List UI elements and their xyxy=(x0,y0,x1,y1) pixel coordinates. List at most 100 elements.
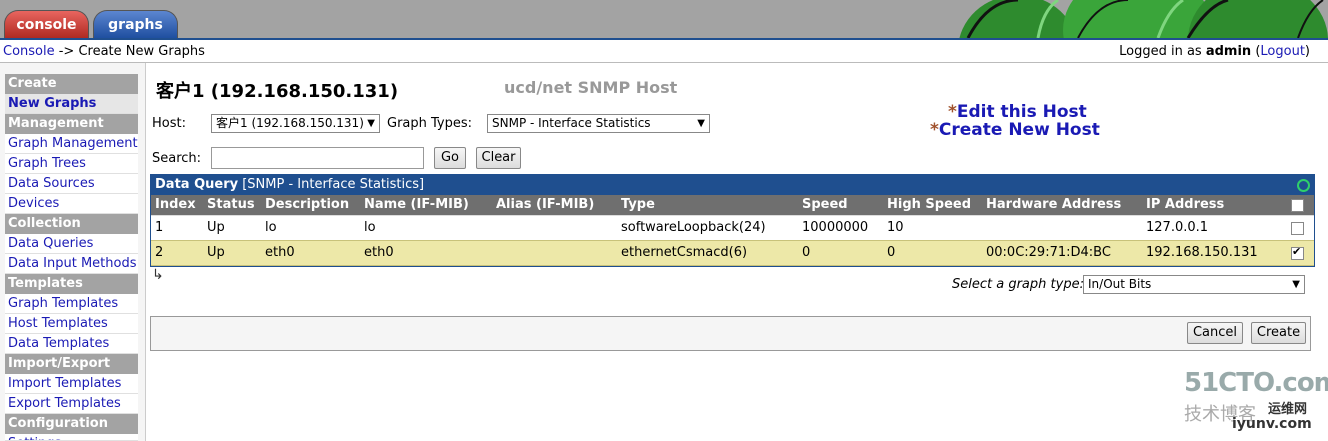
sidebar-item-import-templates[interactable]: Import Templates xyxy=(5,374,138,394)
table-header-row: Index Status Description Name (IF-MIB) A… xyxy=(151,195,1314,215)
search-input[interactable] xyxy=(211,147,424,169)
page-title: 客户1 (192.168.150.131) xyxy=(156,81,399,102)
clear-button[interactable]: Clear xyxy=(476,147,521,169)
sidebar-heading-management: Management xyxy=(5,114,138,134)
breadcrumb-console-link[interactable]: Console xyxy=(3,44,55,59)
cell-type: ethernetCsmacd(6) xyxy=(621,245,748,260)
search-label: Search: xyxy=(152,151,202,166)
column-description: Description xyxy=(265,197,350,212)
login-user: admin xyxy=(1205,44,1252,59)
cancel-button[interactable]: Cancel xyxy=(1187,322,1243,344)
graph-types-select[interactable]: SNMP - Interface Statistics ▼ xyxy=(487,114,710,133)
column-type: Type xyxy=(621,197,655,212)
chevron-down-icon: ▼ xyxy=(697,118,705,129)
host-select[interactable]: 客户1 (192.168.150.131) ▼ xyxy=(211,114,380,133)
cell-ip-address: 192.168.150.131 xyxy=(1146,245,1258,260)
login-close-paren: ) xyxy=(1304,44,1310,59)
host-template-name: ucd/net SNMP Host xyxy=(504,78,678,97)
main-content: 客户1 (192.168.150.131) ucd/net SNMP Host … xyxy=(146,63,1316,441)
column-index: Index xyxy=(155,197,196,212)
nav-bar: Console -> Create New Graphs Logged in a… xyxy=(0,38,1328,62)
sidebar-heading-create: Create xyxy=(5,74,138,94)
cell-speed: 0 xyxy=(802,245,811,260)
cell-high-speed: 0 xyxy=(887,245,896,260)
cell-high-speed: 10 xyxy=(887,220,904,235)
sidebar: Create New Graphs Management Graph Manag… xyxy=(0,63,146,441)
cactus-logo xyxy=(928,0,1328,38)
column-alias: Alias (IF-MIB) xyxy=(496,197,595,212)
breadcrumb-current: -> Create New Graphs xyxy=(54,44,205,59)
breadcrumb: Console -> Create New Graphs xyxy=(3,44,205,59)
column-ip-address: IP Address xyxy=(1146,197,1225,212)
chevron-down-icon: ▼ xyxy=(1292,279,1300,290)
sidebar-item-data-queries[interactable]: Data Queries xyxy=(5,234,138,254)
edit-host-link[interactable]: Edit this Host xyxy=(957,102,1087,122)
data-query-title: Data Query xyxy=(155,177,239,192)
sidebar-item-settings[interactable]: Settings xyxy=(5,434,138,441)
sidebar-item-data-input-methods[interactable]: Data Input Methods xyxy=(5,254,138,274)
graph-types-select-value: SNMP - Interface Statistics xyxy=(492,116,651,130)
row-checkbox[interactable] xyxy=(1291,222,1304,235)
cell-name: eth0 xyxy=(364,245,394,260)
sidebar-item-graph-trees[interactable]: Graph Trees xyxy=(5,154,138,174)
cell-type: softwareLoopback(24) xyxy=(621,220,766,235)
sidebar-item-data-sources[interactable]: Data Sources xyxy=(5,174,138,194)
graph-type-select[interactable]: In/Out Bits ▼ xyxy=(1083,275,1305,294)
sidebar-item-export-templates[interactable]: Export Templates xyxy=(5,394,138,414)
host-select-value: 客户1 (192.168.150.131) xyxy=(216,116,364,130)
cell-speed: 10000000 xyxy=(802,220,869,235)
cell-index: 2 xyxy=(155,245,164,260)
graph-types-label: Graph Types: xyxy=(387,116,473,131)
data-query-name: [SNMP - Interface Statistics] xyxy=(238,177,425,192)
host-actions: *Edit this Host *Create New Host xyxy=(930,103,1100,139)
column-name: Name (IF-MIB) xyxy=(364,197,469,212)
cell-description: lo xyxy=(265,220,277,235)
sidebar-item-data-templates[interactable]: Data Templates xyxy=(5,334,138,354)
login-status: Logged in as admin (Logout) xyxy=(1119,44,1310,59)
row-checkbox[interactable] xyxy=(1291,245,1304,260)
column-status: Status xyxy=(207,197,255,212)
logout-link[interactable]: Logout xyxy=(1260,44,1305,59)
circle-icon[interactable] xyxy=(1297,179,1310,192)
sidebar-item-new-graphs[interactable]: New Graphs xyxy=(5,94,138,114)
column-high-speed: High Speed xyxy=(887,197,972,212)
graph-type-select-value: In/Out Bits xyxy=(1088,277,1152,291)
cell-hardware-address: 00:0C:29:71:D4:BC xyxy=(986,245,1111,260)
watermark: 51CTO.com 技术博客 运维网 iyunv.com xyxy=(1184,368,1328,438)
select-all-checkbox[interactable] xyxy=(1291,199,1304,212)
watermark-tag: 运维网 xyxy=(1268,402,1308,417)
cell-status: Up xyxy=(207,245,225,260)
action-bar: Cancel Create xyxy=(150,316,1311,351)
column-speed: Speed xyxy=(802,197,848,212)
return-arrow-icon: ↳ xyxy=(152,267,164,283)
table-row[interactable]: 2 Up eth0 eth0 ethernetCsmacd(6) 0 0 00:… xyxy=(151,240,1314,266)
column-hardware-address: Hardware Address xyxy=(986,197,1122,212)
sidebar-heading-collection-methods: Collection Methods xyxy=(5,214,138,251)
login-prefix: Logged in as xyxy=(1119,44,1206,59)
chevron-down-icon: ▼ xyxy=(367,118,375,129)
graph-type-label: Select a graph type: xyxy=(952,277,1084,292)
table-row[interactable]: 1 Up lo lo softwareLoopback(24) 10000000… xyxy=(151,215,1314,240)
cell-status: Up xyxy=(207,220,225,235)
create-host-link[interactable]: Create New Host xyxy=(939,120,1100,140)
tab-graphs[interactable]: graphs xyxy=(93,10,178,38)
sidebar-item-devices[interactable]: Devices xyxy=(5,194,138,214)
sidebar-heading-configuration: Configuration xyxy=(5,414,138,434)
cell-index: 1 xyxy=(155,220,164,235)
sidebar-item-graph-management[interactable]: Graph Management xyxy=(5,134,138,154)
edit-host-star: * xyxy=(948,102,957,122)
cell-name: lo xyxy=(364,220,376,235)
tab-console[interactable]: console xyxy=(4,10,89,38)
go-button[interactable]: Go xyxy=(434,147,466,169)
cell-ip-address: 127.0.0.1 xyxy=(1146,220,1209,235)
host-label: Host: xyxy=(152,116,186,131)
sidebar-heading-import-export: Import/Export xyxy=(5,354,138,374)
sidebar-heading-templates: Templates xyxy=(5,274,138,294)
sidebar-item-host-templates[interactable]: Host Templates xyxy=(5,314,138,334)
create-button[interactable]: Create xyxy=(1251,322,1306,344)
data-query-header: Data Query [SNMP - Interface Statistics] xyxy=(151,175,1314,195)
sidebar-item-graph-templates[interactable]: Graph Templates xyxy=(5,294,138,314)
cell-description: eth0 xyxy=(265,245,295,260)
watermark-url: iyunv.com xyxy=(1232,416,1312,432)
watermark-logo-text: 51CTO.com xyxy=(1184,368,1328,398)
